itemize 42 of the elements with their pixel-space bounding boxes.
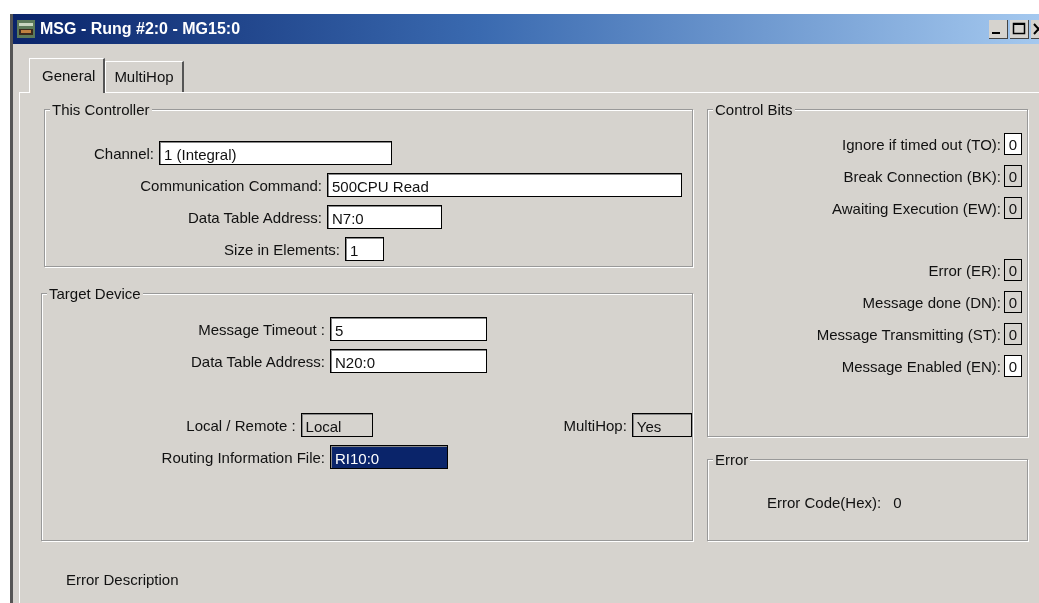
- input-field[interactable]: N20:0: [330, 349, 487, 373]
- bit-field[interactable]: 0: [1004, 355, 1022, 377]
- field-label: Size in Elements:: [223, 240, 340, 258]
- input-field[interactable]: 5: [330, 317, 487, 341]
- field-label: Local / Remote :: [185, 416, 296, 434]
- bit-field[interactable]: 0: [1004, 133, 1022, 155]
- input-field[interactable]: 1: [345, 237, 384, 261]
- app-icon: [16, 19, 36, 39]
- tab[interactable]: MultiHop: [105, 61, 184, 92]
- maximize-icon[interactable]: [1010, 19, 1029, 39]
- bit-label: Message Enabled (EN):: [841, 357, 1001, 375]
- bit-field[interactable]: 0: [1004, 165, 1022, 187]
- bit-label: Message Transmitting (ST):: [816, 325, 1001, 343]
- error-code-label: Error Code(Hex):: [767, 494, 882, 511]
- group-title: Error Description: [64, 571, 181, 589]
- field-label: Communication Command:: [139, 176, 322, 194]
- field-label: MultiHop:: [562, 416, 627, 434]
- bit-field[interactable]: 0: [1004, 259, 1022, 281]
- input-field[interactable]: 1 (Integral): [159, 141, 392, 165]
- field-label: Data Table Address:: [187, 208, 322, 226]
- bit-field[interactable]: 0: [1004, 323, 1022, 345]
- minimize-icon[interactable]: [989, 19, 1008, 39]
- tab[interactable]: General: [29, 58, 106, 93]
- group-title: Target Device: [47, 285, 143, 303]
- bit-field[interactable]: 0: [1004, 291, 1022, 313]
- bit-label: Ignore if timed out (TO):: [842, 135, 1001, 153]
- input-field[interactable]: RI10:0: [330, 445, 448, 469]
- window-title: MSG - Rung #2:0 - MG15:0: [40, 20, 241, 38]
- input-field[interactable]: N7:0: [327, 205, 442, 229]
- bit-field[interactable]: 0: [1004, 197, 1022, 219]
- error-code-value: 0: [893, 494, 902, 511]
- bit-label: Break Connection (BK):: [843, 167, 1001, 185]
- bit-label: Awaiting Execution (EW):: [832, 199, 1001, 217]
- field-label: Channel:: [92, 144, 154, 162]
- field-label: Routing Information File:: [160, 448, 325, 466]
- input-field[interactable]: Local: [300, 413, 374, 437]
- field-label: Message Timeout :: [197, 320, 325, 338]
- bit-label: Message done (DN):: [862, 293, 1001, 311]
- bit-label: Error (ER):: [928, 261, 1001, 279]
- field-label: Data Table Address:: [190, 352, 325, 370]
- input-field[interactable]: 500CPU Read: [327, 173, 682, 197]
- input-field[interactable]: Yes: [631, 413, 692, 437]
